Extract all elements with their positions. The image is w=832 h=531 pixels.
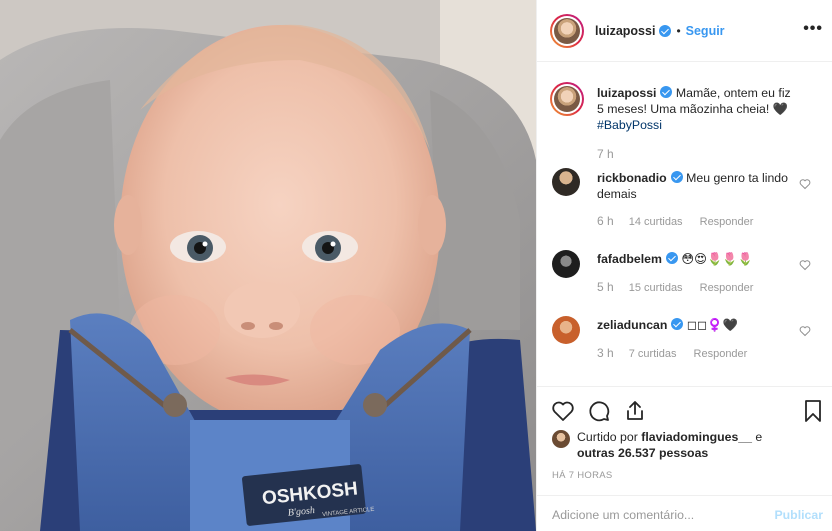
author-username[interactable]: luizapossi: [595, 24, 655, 38]
comment-like-heart-icon[interactable]: [799, 178, 811, 190]
liked-by-avatar[interactable]: [552, 430, 570, 448]
post-header: luizapossi • Seguir •••: [537, 0, 832, 62]
comment-username[interactable]: fafadbelem: [597, 252, 662, 266]
comment-likes[interactable]: 15 curtidas: [629, 282, 683, 294]
caption-time[interactable]: 7 h: [597, 147, 614, 161]
comment-text: 😳😍🌷🌷🌷: [681, 252, 753, 266]
liked-by-others[interactable]: outras 26.537 pessoas: [577, 446, 708, 460]
comment-avatar[interactable]: [552, 250, 580, 278]
share-icon[interactable]: [623, 399, 647, 423]
comment-icon[interactable]: [587, 399, 611, 423]
caption-hashtag[interactable]: #BabyPossi: [597, 118, 662, 132]
more-options-icon[interactable]: •••: [803, 20, 823, 38]
add-comment-bar: Adicione um comentário... Publicar: [537, 495, 832, 531]
verified-badge-icon: [665, 252, 678, 264]
comment-text-block: zeliaduncan ◻◻♀️🖤: [597, 317, 797, 333]
header-separator: •: [676, 23, 681, 38]
comments-list[interactable]: luizapossi Mamãe, ontem eu fiz 5 meses! …: [537, 63, 832, 385]
instagram-post: OSHKOSH B'gosh VINTAGE ARTICLE luizaposs…: [0, 0, 832, 531]
reply-button[interactable]: Responder: [700, 216, 754, 228]
author-avatar[interactable]: [550, 13, 584, 48]
comment-like-heart-icon[interactable]: [799, 325, 811, 337]
comment-time[interactable]: 3 h: [597, 346, 614, 360]
comment-text-block: fafadbelem 😳😍🌷🌷🌷: [597, 251, 797, 267]
comment-like-heart-icon[interactable]: [799, 259, 811, 271]
caption-text-block: luizapossi Mamãe, ontem eu fiz 5 meses! …: [597, 85, 797, 133]
post-photo[interactable]: OSHKOSH B'gosh VINTAGE ARTICLE: [0, 0, 536, 531]
comment-avatar[interactable]: [552, 316, 580, 344]
comment-text: ◻◻♀️🖤: [686, 318, 738, 332]
liked-by-user[interactable]: flaviadomingues__: [641, 430, 752, 444]
verified-badge-icon: [671, 318, 684, 330]
caption-username[interactable]: luizapossi: [597, 86, 656, 100]
comment-text-block: rickbonadio Meu genro ta lindo demais: [597, 170, 797, 202]
caption-meta: 7 h: [597, 147, 626, 161]
publish-button[interactable]: Publicar: [774, 508, 823, 522]
post-timestamp[interactable]: HÁ 7 HORAS: [552, 470, 613, 481]
reply-button[interactable]: Responder: [694, 348, 748, 360]
comment-username[interactable]: rickbonadio: [597, 171, 667, 185]
comment-time[interactable]: 6 h: [597, 214, 614, 228]
comment-avatar[interactable]: [552, 168, 580, 196]
liked-by-connector: e: [755, 430, 763, 444]
comment-meta: 5 h 15 curtidas Responder: [597, 280, 753, 294]
follow-button[interactable]: Seguir: [686, 24, 725, 38]
comment-meta: 6 h 14 curtidas Responder: [597, 214, 753, 228]
comment-meta: 3 h 7 curtidas Responder: [597, 346, 747, 360]
reply-button[interactable]: Responder: [700, 282, 754, 294]
comment-time[interactable]: 5 h: [597, 280, 614, 294]
verified-badge-icon: [659, 24, 672, 37]
comment-input[interactable]: Adicione um comentário...: [552, 508, 694, 522]
comment-likes[interactable]: 14 curtidas: [629, 216, 683, 228]
comment-likes[interactable]: 7 curtidas: [629, 348, 677, 360]
heart-icon[interactable]: [551, 399, 575, 423]
verified-badge-icon: [660, 86, 673, 98]
baby-photo-illustration: OSHKOSH B'gosh VINTAGE ARTICLE: [0, 0, 536, 531]
post-side-panel: luizapossi • Seguir ••• luizapossi Mamãe…: [536, 0, 832, 531]
post-actions: Curtido por flaviadomingues__ e outras 2…: [537, 386, 832, 531]
liked-by-prefix: Curtido por: [577, 430, 638, 444]
caption-avatar[interactable]: [550, 82, 584, 116]
verified-badge-icon: [670, 171, 683, 183]
comment-username[interactable]: zeliaduncan: [597, 318, 667, 332]
bookmark-icon[interactable]: [803, 399, 823, 423]
